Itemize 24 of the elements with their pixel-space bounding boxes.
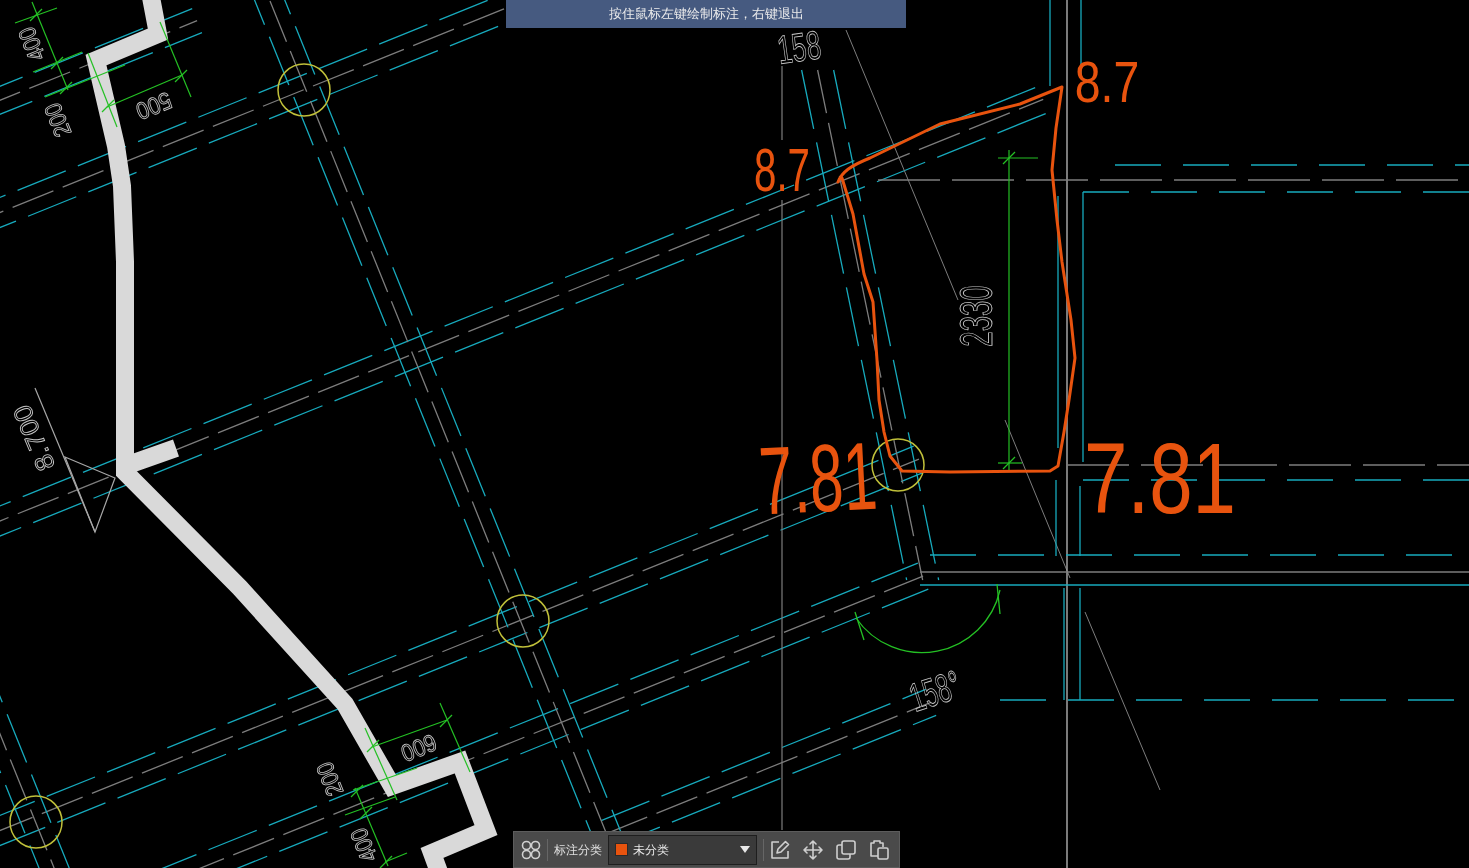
dimension-text: 2330 — [950, 285, 1002, 347]
dimension-text: 600 — [397, 728, 441, 768]
category-dropdown[interactable]: 未分类 — [608, 834, 757, 865]
handwritten-number: 8.7 — [754, 135, 810, 205]
move-icon[interactable] — [803, 839, 823, 860]
hint-banner: 按住鼠标左键绘制标注，右键退出 — [506, 0, 906, 28]
column-circle — [277, 63, 331, 117]
grid-icon[interactable] — [521, 839, 541, 860]
angle-text: 158° — [903, 661, 967, 721]
dimension-text: 200 — [39, 99, 77, 141]
caret-icon — [740, 846, 750, 853]
copy-icon[interactable] — [836, 839, 856, 860]
elevation-text: 8.700 — [7, 400, 61, 476]
dimension-text: 200 — [311, 758, 349, 800]
dimension-text: 400 — [13, 23, 51, 65]
handwritten-number: 8.7 — [1074, 49, 1140, 115]
dimension-text: 400 — [345, 824, 383, 866]
dimension-text: 500 — [132, 86, 176, 126]
category-label: 标注分类 — [554, 841, 602, 859]
column-circle — [9, 795, 63, 849]
clipboard-icon[interactable] — [869, 839, 889, 860]
column-circle — [496, 594, 550, 648]
edit-icon[interactable] — [770, 839, 790, 860]
handwritten-number: 7.81 — [756, 421, 880, 535]
